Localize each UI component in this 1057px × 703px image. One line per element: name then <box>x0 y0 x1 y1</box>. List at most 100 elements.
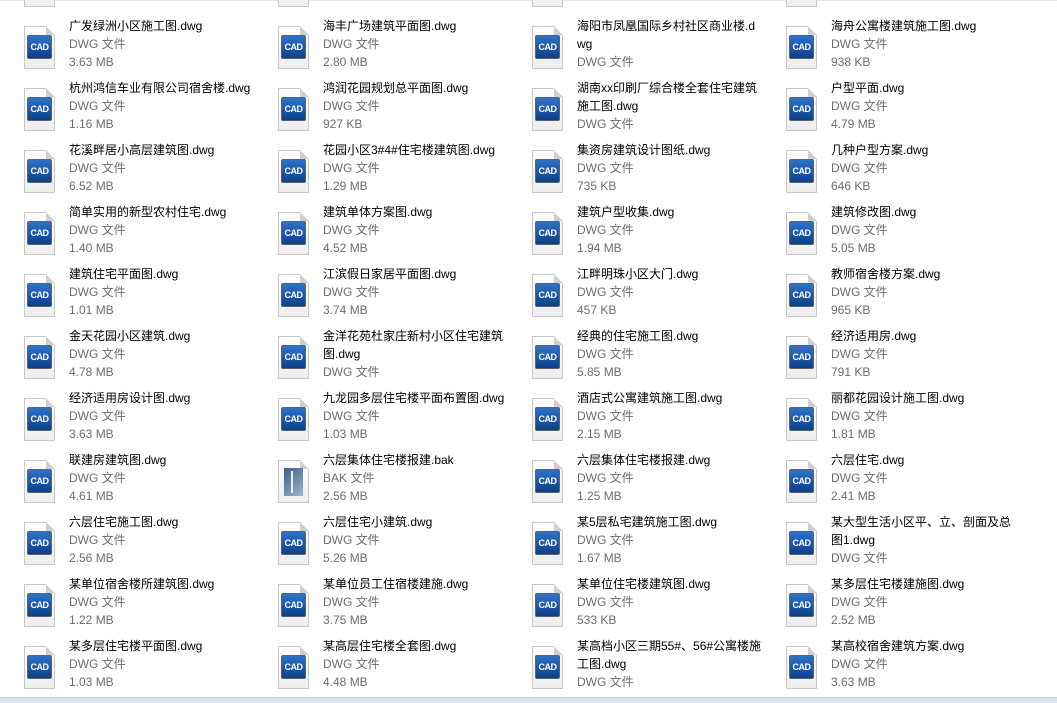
file-type: DWG 文件 <box>831 285 888 299</box>
file-size: 927 KB <box>323 117 363 131</box>
file-tile[interactable]: CAD 集资房建筑设计图纸.dwg DWG 文件 735 KB <box>508 141 758 201</box>
file-type: DWG 文件 <box>69 471 126 485</box>
file-tile-partial[interactable]: CAD <box>254 0 504 15</box>
file-tile[interactable]: CAD 某5层私宅建筑施工图.dwg DWG 文件 1.67 MB <box>508 513 758 573</box>
file-name: 六层住宅施工图.dwg <box>69 515 179 529</box>
file-info: 江滨假日家居平面图.dwg DWG 文件 3.74 MB <box>323 265 509 319</box>
file-size: 4.48 MB <box>323 675 368 689</box>
cad-file-icon: CAD <box>278 398 309 441</box>
file-size: 1.94 MB <box>577 241 622 255</box>
cad-file-icon: CAD <box>24 212 55 255</box>
file-tile[interactable]: CAD 户型平面.dwg DWG 文件 4.79 MB <box>762 79 1012 139</box>
file-tile[interactable]: CAD 广发绿洲小区施工图.dwg DWG 文件 3.63 MB <box>0 17 250 77</box>
file-tile[interactable]: CAD 某多层住宅楼平面图.dwg DWG 文件 1.03 MB <box>0 637 250 697</box>
file-tile[interactable]: CAD 某高层住宅楼全套图.dwg DWG 文件 4.48 MB <box>254 637 504 697</box>
file-tile[interactable]: CAD 某高档小区三期55#、56#公寓楼施工图.dwg DWG 文件 <box>508 637 761 697</box>
file-tile[interactable]: CAD 几种户型方案.dwg DWG 文件 646 KB <box>762 141 1012 201</box>
file-name: 户型平面.dwg <box>831 81 905 95</box>
file-tile[interactable]: CAD 六层住宅施工图.dwg DWG 文件 2.56 MB <box>0 513 250 573</box>
file-info: 某单位住宅楼建筑图.dwg DWG 文件 533 KB <box>577 575 763 629</box>
file-tile[interactable]: CAD 鸿润花园规划总平面图.dwg DWG 文件 927 KB <box>254 79 504 139</box>
file-type: DWG 文件 <box>577 347 634 361</box>
file-tile-partial[interactable]: CAD <box>762 0 1012 15</box>
file-tile[interactable]: CAD 花溪畔居小高层建筑图.dwg DWG 文件 6.52 MB <box>0 141 250 201</box>
file-tile[interactable]: CAD 酒店式公寓建筑施工图.dwg DWG 文件 2.15 MB <box>508 389 758 449</box>
cad-file-icon: CAD <box>532 522 563 565</box>
file-name: 建筑单体方案图.dwg <box>323 205 433 219</box>
file-tile[interactable]: CAD 六层住宅.dwg DWG 文件 2.41 MB <box>762 451 1012 511</box>
cad-file-icon: CAD <box>786 26 817 69</box>
file-tile[interactable]: CAD 某单位宿舍楼所建筑图.dwg DWG 文件 1.22 MB <box>0 575 250 635</box>
file-tile[interactable]: CAD 九龙园多层住宅楼平面布置图.dwg DWG 文件 1.03 MB <box>254 389 504 449</box>
file-name: 丽都花园设计施工图.dwg <box>831 391 965 405</box>
cad-file-icon: CAD <box>24 398 55 441</box>
file-name: 九龙园多层住宅楼平面布置图.dwg <box>323 391 505 405</box>
file-tile[interactable]: CAD 江畔明珠小区大门.dwg DWG 文件 457 KB <box>508 265 758 325</box>
cad-file-icon: CAD <box>24 88 55 131</box>
file-size: 3.63 MB <box>831 675 876 689</box>
file-size: 1.67 MB <box>577 551 622 565</box>
file-tile[interactable]: CAD 建筑户型收集.dwg DWG 文件 1.94 MB <box>508 203 758 263</box>
file-name: 海阳市凤凰国际乡村社区商业楼.dwg <box>577 19 756 51</box>
cad-file-icon: CAD <box>786 212 817 255</box>
file-tile[interactable]: CAD 某多层住宅楼建施图.dwg DWG 文件 2.52 MB <box>762 575 1012 635</box>
file-tile-partial[interactable]: CAD <box>508 0 758 15</box>
file-tile[interactable]: CAD 金洋花苑杜家庄新村小区住宅建筑图.dwg DWG 文件 <box>254 327 504 387</box>
file-type: DWG 文件 <box>323 99 380 113</box>
cad-file-icon: CAD <box>786 88 817 131</box>
file-tile[interactable]: CAD 某高校宿舍建筑方案.dwg DWG 文件 3.63 MB <box>762 637 1012 697</box>
file-tile[interactable]: CAD 湖南xx印刷厂综合楼全套住宅建筑施工图.dwg DWG 文件 <box>508 79 758 139</box>
file-tile[interactable]: CAD 杭州鸿信车业有限公司宿舍楼.dwg DWG 文件 1.16 MB <box>0 79 250 139</box>
file-tile[interactable]: CAD 建筑修改图.dwg DWG 文件 5.05 MB <box>762 203 1012 263</box>
file-tile[interactable]: CAD 海舟公寓楼建筑施工图.dwg DWG 文件 938 KB <box>762 17 1012 77</box>
file-type: DWG 文件 <box>323 595 380 609</box>
file-tile[interactable]: CAD 花园小区3#4#住宅楼建筑图.dwg DWG 文件 1.29 MB <box>254 141 504 201</box>
file-tile[interactable]: CAD 经济适用房设计图.dwg DWG 文件 3.63 MB <box>0 389 250 449</box>
file-tile[interactable]: CAD 经典的住宅施工图.dwg DWG 文件 5.85 MB <box>508 327 758 387</box>
file-name: 几种户型方案.dwg <box>831 143 929 157</box>
file-tile[interactable]: CAD 经济适用房.dwg DWG 文件 791 KB <box>762 327 1012 387</box>
file-name: 金天花园小区建筑.dwg <box>69 329 191 343</box>
file-info: 建筑修改图.dwg DWG 文件 5.05 MB <box>831 203 1017 257</box>
file-type: DWG 文件 <box>69 347 126 361</box>
file-tile[interactable]: CAD 六层住宅小建筑.dwg DWG 文件 5.26 MB <box>254 513 504 573</box>
file-tile[interactable]: CAD 金天花园小区建筑.dwg DWG 文件 4.78 MB <box>0 327 250 387</box>
file-tile[interactable]: CAD 海丰广场建筑平面图.dwg DWG 文件 2.80 MB <box>254 17 504 77</box>
file-size: 5.05 MB <box>831 241 876 255</box>
file-tile[interactable]: CAD 某单位员工住宿楼建施.dwg DWG 文件 3.75 MB <box>254 575 504 635</box>
file-tile[interactable]: CAD 建筑单体方案图.dwg DWG 文件 4.52 MB <box>254 203 504 263</box>
file-tile-partial[interactable]: CAD <box>0 0 250 15</box>
file-tile[interactable]: CAD 教师宿舍楼方案.dwg DWG 文件 965 KB <box>762 265 1012 325</box>
file-tile[interactable]: 六层集体住宅楼报建.bak BAK 文件 2.56 MB <box>254 451 504 511</box>
cad-file-icon: CAD <box>24 460 55 503</box>
bak-file-icon <box>278 460 309 503</box>
file-info: 六层住宅小建筑.dwg DWG 文件 5.26 MB <box>323 513 509 567</box>
file-name: 海舟公寓楼建筑施工图.dwg <box>831 19 977 33</box>
file-tile[interactable]: CAD 某大型生活小区平、立、剖面及总图1.dwg DWG 文件 <box>762 513 1012 573</box>
cad-file-icon: CAD <box>278 0 309 7</box>
file-info: 经典的住宅施工图.dwg DWG 文件 5.85 MB <box>577 327 763 381</box>
file-tile[interactable]: CAD 六层集体住宅楼报建.dwg DWG 文件 1.25 MB <box>508 451 758 511</box>
file-info: 某多层住宅楼平面图.dwg DWG 文件 1.03 MB <box>69 637 255 691</box>
file-name: 某高层住宅楼全套图.dwg <box>323 639 457 653</box>
file-tile[interactable]: CAD 某单位住宅楼建筑图.dwg DWG 文件 533 KB <box>508 575 758 635</box>
file-type: DWG 文件 <box>831 223 888 237</box>
file-tile[interactable]: CAD 简单实用的新型农村住宅.dwg DWG 文件 1.40 MB <box>0 203 250 263</box>
cad-file-icon: CAD <box>24 26 55 69</box>
file-info: 经济适用房设计图.dwg DWG 文件 3.63 MB <box>69 389 255 443</box>
file-tile[interactable]: CAD 江滨假日家居平面图.dwg DWG 文件 3.74 MB <box>254 265 504 325</box>
file-tile[interactable]: CAD 丽都花园设计施工图.dwg DWG 文件 1.81 MB <box>762 389 1012 449</box>
cad-file-icon: CAD <box>532 336 563 379</box>
file-type: DWG 文件 <box>831 657 888 671</box>
file-info: 六层住宅施工图.dwg DWG 文件 2.56 MB <box>69 513 255 567</box>
file-tile[interactable]: CAD 海阳市凤凰国际乡村社区商业楼.dwg DWG 文件 <box>508 17 758 77</box>
file-name: 某多层住宅楼建施图.dwg <box>831 577 965 591</box>
file-name: 海丰广场建筑平面图.dwg <box>323 19 457 33</box>
file-size: 4.52 MB <box>323 241 368 255</box>
file-tile[interactable]: CAD 联建房建筑图.dwg DWG 文件 4.61 MB <box>0 451 250 511</box>
cad-file-icon: CAD <box>278 26 309 69</box>
file-tile[interactable]: CAD 建筑住宅平面图.dwg DWG 文件 1.01 MB <box>0 265 250 325</box>
file-name: 六层集体住宅楼报建.bak <box>323 453 454 467</box>
file-size: 646 KB <box>831 179 871 193</box>
file-type: DWG 文件 <box>577 595 634 609</box>
